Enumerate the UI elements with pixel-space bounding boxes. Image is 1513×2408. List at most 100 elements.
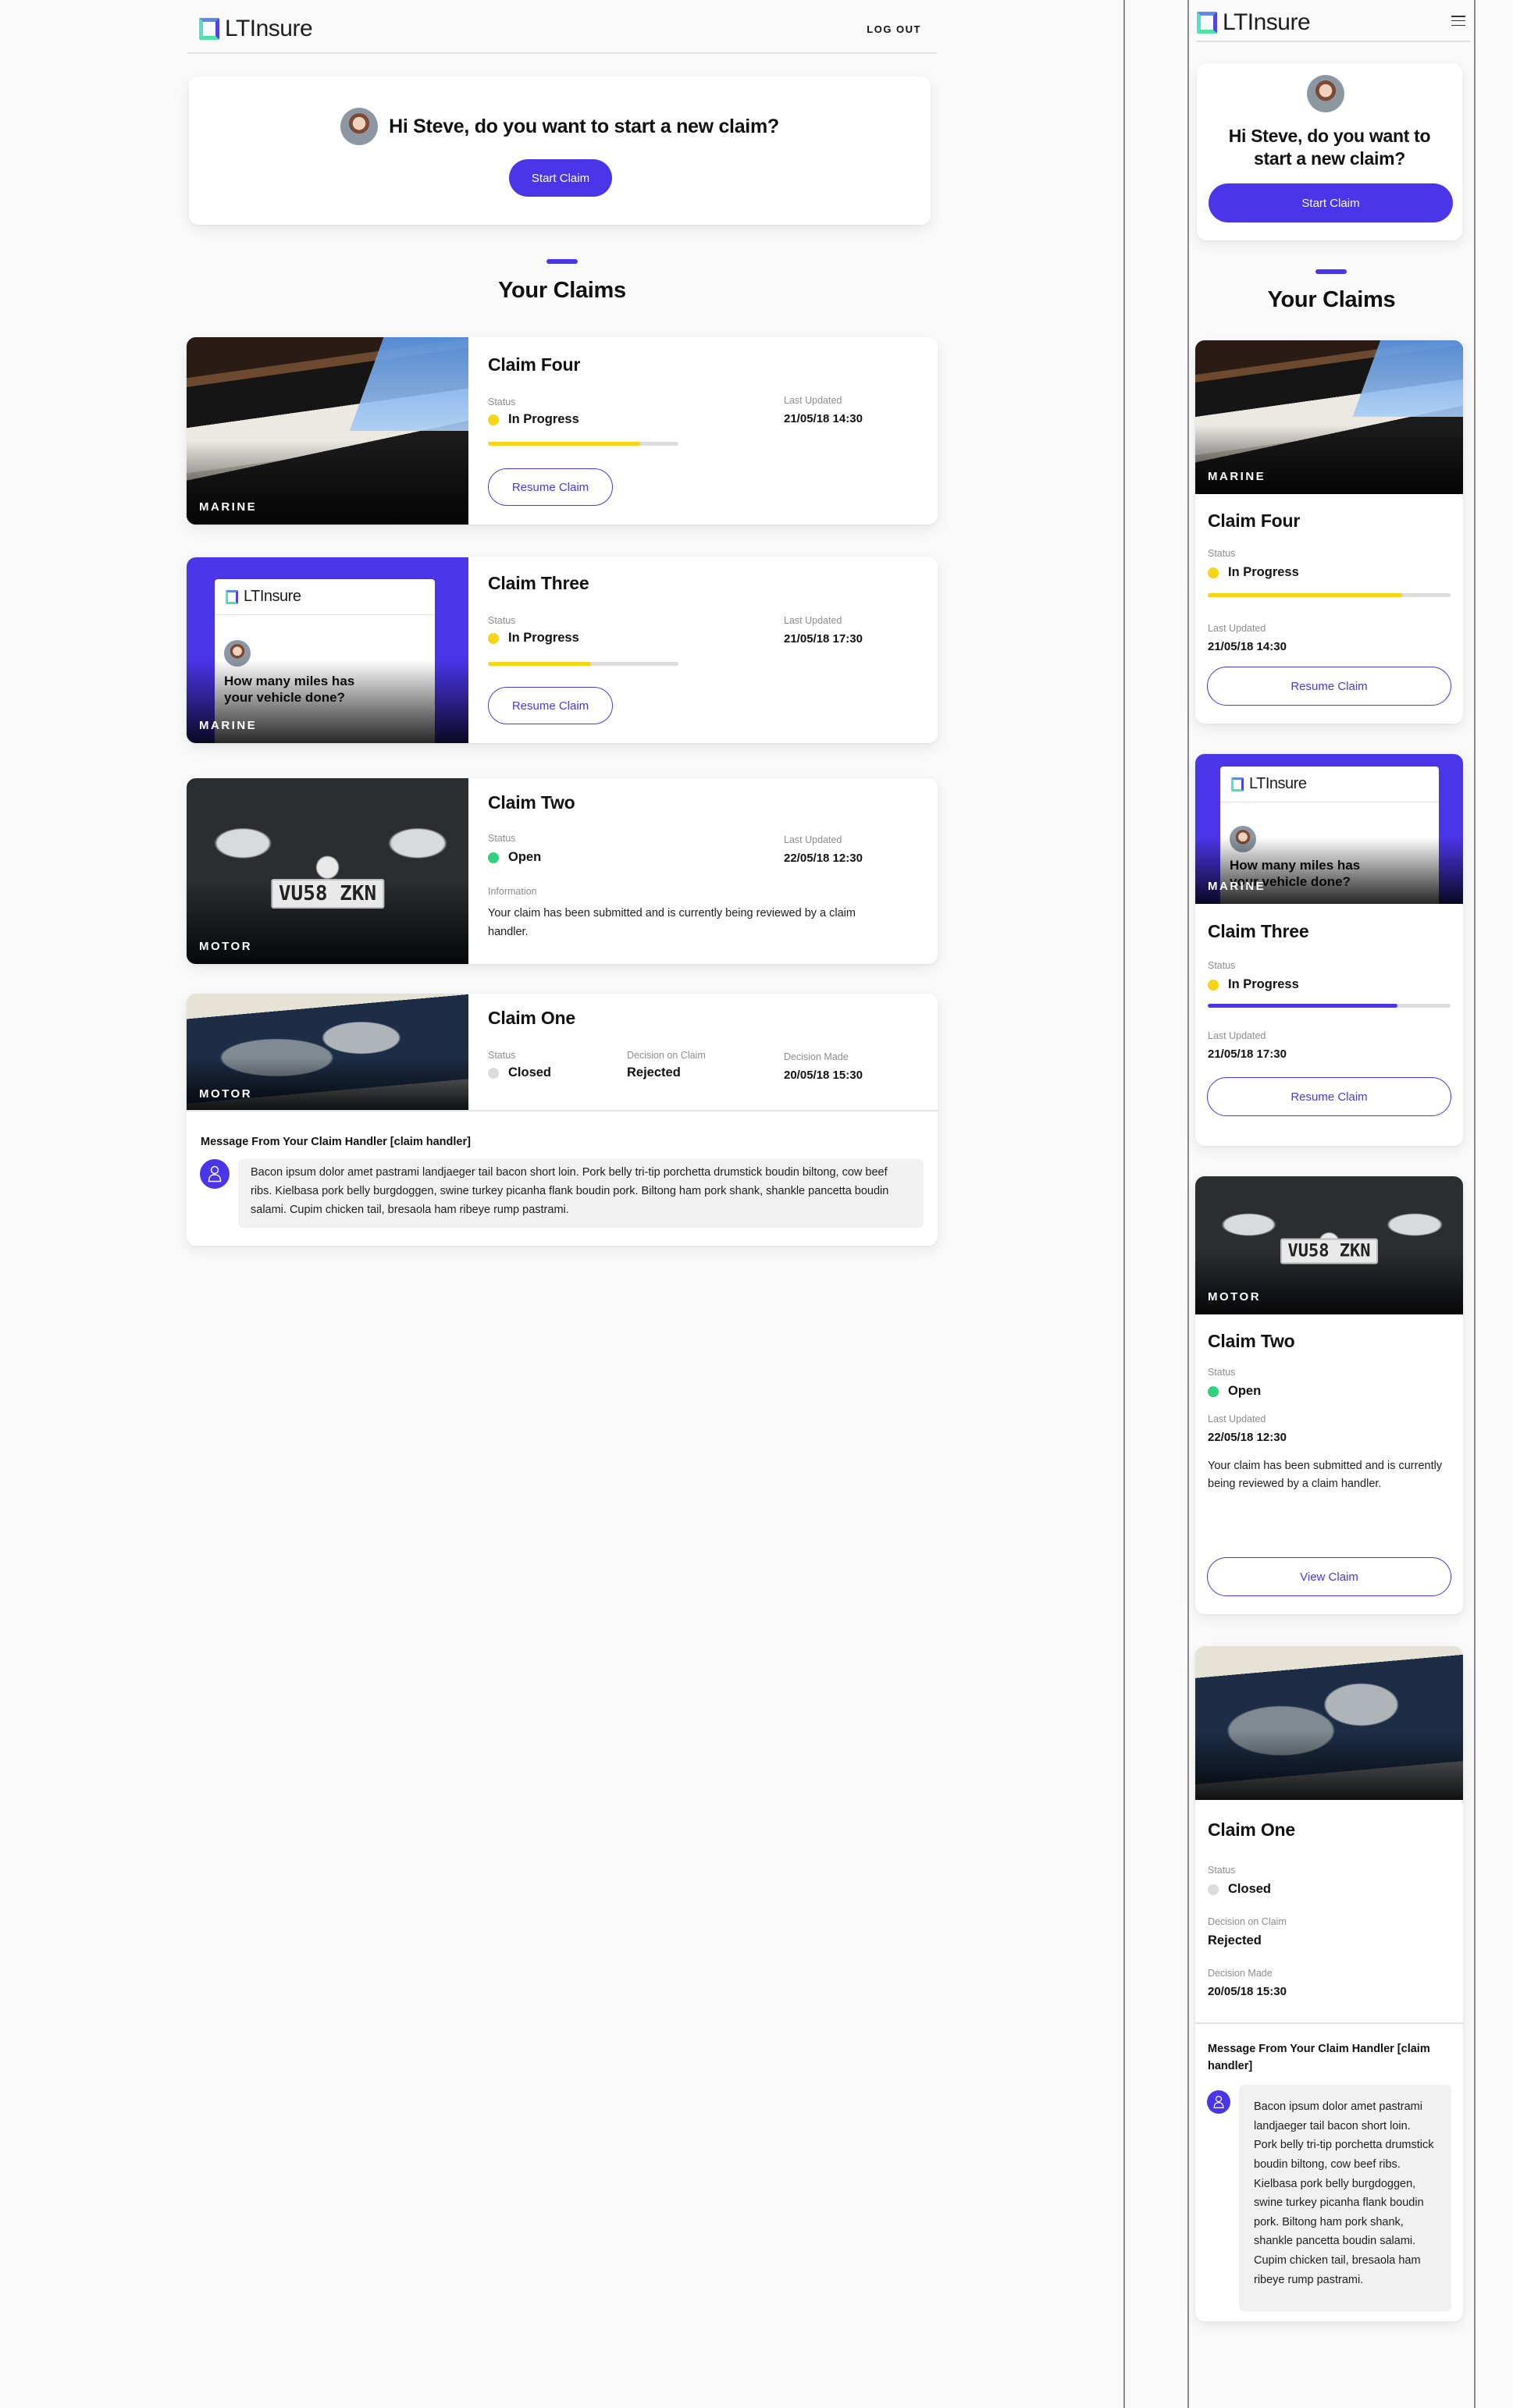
status-value: In Progress bbox=[1208, 977, 1299, 992]
mobile-header: LTInsure bbox=[1197, 8, 1470, 42]
status-text: Open bbox=[1228, 1384, 1262, 1398]
status-value: In Progress bbox=[1208, 565, 1299, 580]
last-updated-label: Last Updated bbox=[1208, 623, 1266, 634]
status-label: Status bbox=[1208, 1865, 1236, 1876]
last-updated-value: 21/05/18 17:30 bbox=[784, 632, 863, 646]
logo-text: LTInsure bbox=[1249, 775, 1307, 792]
claim-information: Your claim has been submitted and is cur… bbox=[488, 907, 856, 938]
claim-card: Claim One Status Closed Decision on Clai… bbox=[1195, 1646, 1463, 2321]
status-dot-icon bbox=[1208, 567, 1219, 578]
status-value: Open bbox=[488, 850, 541, 865]
status-dot-icon bbox=[488, 1067, 499, 1079]
claim-handler-avatar bbox=[1207, 2090, 1230, 2114]
claim-title: Claim One bbox=[488, 1008, 575, 1028]
claim-title: Claim Two bbox=[1208, 1331, 1295, 1351]
crashed-car-photo bbox=[1195, 1646, 1463, 1800]
claim-title: Claim Four bbox=[1208, 510, 1301, 531]
claim-progress-bar bbox=[488, 662, 678, 666]
logo-text: LTInsure bbox=[225, 16, 313, 41]
claim-title: Claim Three bbox=[1208, 921, 1309, 941]
claim-card: MOTOR Claim One Status Closed Decision o… bbox=[187, 994, 938, 1246]
decision-value: Rejected bbox=[627, 1065, 681, 1080]
status-dot-icon bbox=[488, 852, 499, 863]
information-label: Information bbox=[488, 886, 537, 897]
status-label: Status bbox=[1208, 1367, 1236, 1378]
status-text: Open bbox=[508, 850, 542, 864]
start-claim-button[interactable]: Start Claim bbox=[509, 159, 612, 197]
last-updated-value: 21/05/18 14:30 bbox=[784, 412, 863, 425]
new-claim-card: Hi Steve, do you want to start a new cla… bbox=[189, 76, 931, 225]
mobile-view: LTInsure Hi Steve, do you want to start … bbox=[1189, 0, 1474, 2408]
license-plate: VU58 ZKN bbox=[1280, 1238, 1379, 1264]
category-label: MARINE bbox=[199, 500, 258, 514]
new-claim-card: Hi Steve, do you want to start a new cla… bbox=[1197, 63, 1462, 240]
last-updated-label: Last Updated bbox=[1208, 1414, 1266, 1425]
claim-title: Claim Three bbox=[488, 573, 589, 593]
decision-made-label: Decision Made bbox=[1208, 1968, 1273, 1979]
desktop-view: LTInsure LOG OUT Hi Steve, do you want t… bbox=[0, 0, 1123, 2408]
claim-information: Your claim has been submitted and is cur… bbox=[1208, 1460, 1443, 1491]
status-label: Status bbox=[488, 615, 516, 626]
progress-fill bbox=[1208, 1004, 1397, 1008]
claim-card: VU58 ZKN MOTOR Claim Two Status Open Inf… bbox=[187, 778, 938, 964]
license-plate: VU58 ZKN bbox=[270, 878, 385, 909]
logo-square-icon bbox=[199, 18, 219, 40]
status-label: Status bbox=[1208, 960, 1236, 971]
logo-square-icon bbox=[1197, 12, 1217, 34]
status-dot-icon bbox=[1208, 1385, 1219, 1397]
claim-card: VU58 ZKN MOTOR Claim Two Status Open Las… bbox=[1195, 1176, 1463, 1614]
user-icon bbox=[1213, 2095, 1224, 2109]
status-text: In Progress bbox=[1228, 565, 1299, 579]
category-label: MOTOR bbox=[199, 1087, 253, 1101]
status-value: Closed bbox=[1208, 1882, 1271, 1897]
your-claims-heading: Your Claims bbox=[1267, 287, 1396, 312]
view-claim-button[interactable]: View Claim bbox=[1207, 1557, 1451, 1596]
greeting-heading: Hi Steve, do you want to start a new cla… bbox=[389, 115, 779, 137]
logo-text: LTInsure bbox=[1223, 9, 1311, 35]
logo-text: LTInsure bbox=[244, 588, 301, 605]
claim-title: Claim Four bbox=[488, 354, 581, 375]
last-updated-value: 22/05/18 12:30 bbox=[1208, 1431, 1287, 1444]
resume-claim-button[interactable]: Resume Claim bbox=[488, 687, 613, 724]
message-title: Message From Your Claim Handler [claim h… bbox=[201, 1136, 471, 1148]
decision-made-label: Decision Made bbox=[784, 1051, 849, 1062]
user-icon bbox=[208, 1165, 222, 1183]
category-label: MOTOR bbox=[199, 940, 253, 953]
status-label: Status bbox=[488, 397, 516, 407]
logout-link[interactable]: LOG OUT bbox=[867, 23, 921, 35]
status-dot-icon bbox=[1208, 1883, 1219, 1895]
car-front-photo: VU58 ZKN MOTOR bbox=[1195, 1176, 1463, 1314]
logo[interactable]: LTInsure bbox=[1197, 9, 1311, 36]
screen-question: How many miles has your vehicle done? bbox=[224, 674, 355, 706]
status-label: Status bbox=[488, 833, 516, 844]
section-accent-bar bbox=[546, 259, 578, 264]
mobile-frame-right-edge bbox=[1474, 0, 1476, 2408]
message-body: Bacon ipsum dolor amet pastrami landjaeg… bbox=[1239, 2085, 1451, 2311]
resume-claim-button[interactable]: Resume Claim bbox=[1207, 667, 1451, 706]
decision-label: Decision on Claim bbox=[1208, 1916, 1287, 1927]
decision-value: Rejected bbox=[1208, 1933, 1262, 1947]
status-text: In Progress bbox=[508, 412, 579, 426]
start-claim-button[interactable]: Start Claim bbox=[1209, 183, 1453, 222]
resume-claim-button[interactable]: Resume Claim bbox=[488, 468, 613, 506]
status-value: In Progress bbox=[488, 631, 579, 646]
progress-fill bbox=[488, 662, 591, 666]
status-text: In Progress bbox=[508, 631, 579, 645]
resume-claim-button[interactable]: Resume Claim bbox=[1207, 1077, 1451, 1116]
message-body: Bacon ipsum dolor amet pastrami landjaeg… bbox=[238, 1159, 924, 1228]
last-updated-value: 22/05/18 12:30 bbox=[784, 852, 863, 865]
logo[interactable]: LTInsure bbox=[199, 16, 313, 42]
status-label: Status bbox=[1208, 548, 1236, 559]
progress-fill bbox=[1208, 593, 1402, 597]
category-label: MARINE bbox=[1208, 470, 1266, 483]
app-screenshot-image: LTInsure How many miles has your vehicle… bbox=[187, 557, 468, 743]
divider bbox=[1195, 2022, 1463, 2024]
last-updated-value: 21/05/18 14:30 bbox=[1208, 640, 1287, 653]
claim-progress-bar bbox=[488, 442, 678, 446]
hamburger-menu-icon[interactable] bbox=[1451, 16, 1465, 26]
claim-card: LTInsure How many miles has your vehicle… bbox=[1195, 754, 1463, 1146]
claim-title: Claim Two bbox=[488, 792, 575, 813]
claim-card: MARINE Claim Four Status In Progress Res… bbox=[187, 337, 938, 525]
last-updated-label: Last Updated bbox=[784, 834, 842, 845]
category-label: MOTOR bbox=[1208, 1290, 1262, 1304]
